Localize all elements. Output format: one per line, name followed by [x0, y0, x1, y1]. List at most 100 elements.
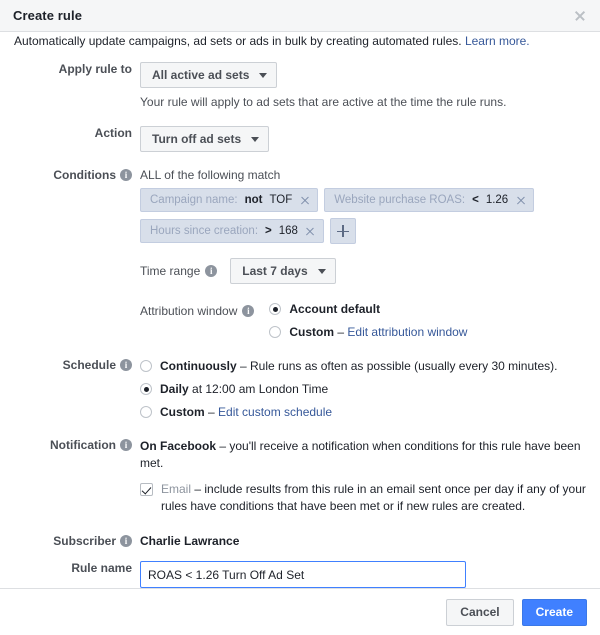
checkbox-icon[interactable]	[140, 483, 153, 496]
action-dropdown[interactable]: Turn off ad sets	[140, 126, 270, 152]
condition-name: Campaign name:	[150, 194, 238, 206]
conditions-pill-list: Campaign name: not TOF Website purchase …	[140, 188, 586, 244]
info-icon[interactable]: i	[242, 305, 255, 317]
email-rest: – include results from this rule in an e…	[161, 482, 586, 513]
radio-icon[interactable]	[140, 360, 152, 372]
condition-pill-campaign-name[interactable]: Campaign name: not TOF	[140, 188, 319, 212]
on-facebook-bold: On Facebook	[140, 439, 217, 453]
condition-operator: <	[472, 194, 479, 206]
schedule-option-label: Daily at 12:00 am London Time	[160, 381, 328, 398]
apply-rule-to-label: Apply rule to	[58, 62, 132, 76]
action-label: Action	[94, 126, 132, 140]
notification-label: Notification i	[0, 438, 140, 452]
rule-name-row: Rule name	[0, 561, 600, 588]
option-bold-text: Daily	[160, 382, 189, 396]
option-bold-text: Account default	[289, 302, 381, 316]
schedule-options: Continuously – Rule runs as often as pos…	[140, 358, 586, 421]
info-icon[interactable]: i	[120, 439, 132, 451]
radio-icon[interactable]	[140, 383, 152, 395]
intro-description: Automatically update campaigns, ad sets …	[14, 34, 462, 48]
rule-name-field	[140, 561, 586, 588]
dialog-header: Create rule	[0, 0, 600, 32]
notification-field: On Facebook – you'll receive a notificat…	[140, 438, 586, 515]
time-range-row: Time range i Last 7 days	[140, 258, 586, 284]
notification-email-text: Email – include results from this rule i…	[161, 481, 586, 515]
condition-pill-hours-since-creation[interactable]: Hours since creation: > 168	[140, 219, 324, 243]
radio-icon[interactable]	[140, 406, 152, 418]
edit-custom-schedule-link[interactable]: Edit custom schedule	[218, 405, 332, 419]
apply-rule-to-row: Apply rule to All active ad sets Your ru…	[0, 62, 600, 110]
condition-operator: >	[265, 225, 272, 237]
subscriber-field: Charlie Lawrance	[140, 534, 586, 548]
apply-rule-to-dropdown[interactable]: All active ad sets	[140, 62, 278, 88]
schedule-option-label: Custom – Edit custom schedule	[160, 404, 332, 421]
intro-text: Automatically update campaigns, ad sets …	[0, 32, 600, 49]
learn-more-link[interactable]: Learn more.	[465, 34, 530, 48]
conditions-line-1: Campaign name: not TOF Website purchase …	[140, 188, 586, 212]
close-icon[interactable]	[572, 8, 588, 24]
option-bold-text: Custom	[289, 325, 335, 339]
apply-rule-to-helper: Your rule will apply to ad sets that are…	[140, 95, 507, 109]
close-icon[interactable]	[299, 195, 310, 206]
apply-rule-to-value: All active ad sets	[152, 68, 250, 82]
close-icon[interactable]	[305, 226, 316, 237]
action-value: Turn off ad sets	[152, 132, 242, 146]
option-rest-text: –	[204, 405, 219, 419]
info-icon[interactable]: i	[205, 265, 218, 277]
condition-pill-website-purchase-roas[interactable]: Website purchase ROAS: < 1.26	[324, 188, 535, 212]
notification-email-row[interactable]: Email – include results from this rule i…	[140, 481, 586, 515]
radio-icon[interactable]	[269, 303, 282, 315]
option-rest-text: at 12:00 am London Time	[188, 382, 329, 396]
subscriber-value: Charlie Lawrance	[140, 534, 240, 548]
schedule-option-label: Continuously – Rule runs as often as pos…	[160, 358, 558, 375]
condition-value: TOF	[269, 194, 293, 206]
attribution-window-label-group: Attribution window i	[140, 301, 255, 318]
attribution-option-account-default[interactable]: Account default	[269, 301, 467, 318]
conditions-row: Conditions i ALL of the following match …	[0, 168, 600, 341]
close-icon[interactable]	[515, 195, 526, 206]
info-icon[interactable]: i	[120, 169, 132, 181]
chevron-down-icon	[317, 268, 326, 274]
action-field: Turn off ad sets	[140, 126, 586, 152]
attribution-window-options: Account default Custom – Edit attributio…	[269, 301, 467, 341]
subscriber-row: Subscriber i Charlie Lawrance	[0, 534, 600, 548]
schedule-option-daily[interactable]: Daily at 12:00 am London Time	[140, 381, 586, 398]
schedule-label: Schedule i	[0, 358, 140, 372]
notification-on-facebook: On Facebook – you'll receive a notificat…	[140, 438, 586, 472]
schedule-label-text: Schedule	[62, 358, 116, 372]
schedule-option-continuously[interactable]: Continuously – Rule runs as often as pos…	[140, 358, 586, 375]
info-icon[interactable]: i	[120, 535, 132, 547]
condition-value: 168	[278, 225, 298, 237]
notification-row: Notification i On Facebook – you'll rece…	[0, 438, 600, 515]
page-title: Create rule	[13, 8, 83, 23]
notification-label-text: Notification	[50, 438, 116, 452]
info-icon[interactable]: i	[120, 359, 132, 371]
attribution-option-label: Custom – Edit attribution window	[289, 324, 467, 341]
schedule-row: Schedule i Continuously – Rule runs as o…	[0, 358, 600, 421]
action-row: Action Turn off ad sets	[0, 126, 600, 152]
condition-name: Hours since creation:	[150, 225, 259, 237]
create-button[interactable]: Create	[521, 598, 587, 626]
conditions-heading: ALL of the following match	[140, 168, 281, 182]
time-range-dropdown[interactable]: Last 7 days	[230, 258, 336, 284]
schedule-option-custom[interactable]: Custom – Edit custom schedule	[140, 404, 586, 421]
dialog-body: Automatically update campaigns, ad sets …	[0, 32, 600, 588]
condition-operator: not	[244, 194, 263, 206]
conditions-label: Conditions i	[0, 168, 140, 182]
add-condition-button[interactable]	[329, 218, 356, 244]
attribution-option-custom[interactable]: Custom – Edit attribution window	[269, 324, 467, 341]
option-rest-text: –	[334, 325, 348, 339]
conditions-field: ALL of the following match Campaign name…	[140, 168, 586, 341]
edit-attribution-window-link[interactable]: Edit attribution window	[347, 325, 467, 339]
time-range-value: Last 7 days	[242, 264, 308, 278]
option-rest-text: – Rule runs as often as possible (usuall…	[236, 359, 558, 373]
radio-icon[interactable]	[269, 326, 282, 338]
attribution-window-row: Attribution window i Account default Cus…	[140, 301, 586, 341]
time-range-label: Time range	[140, 264, 201, 278]
rule-name-input[interactable]	[140, 561, 466, 588]
conditions-line-2: Hours since creation: > 168	[140, 218, 586, 244]
cancel-button[interactable]: Cancel	[446, 598, 514, 626]
option-bold-text: Continuously	[160, 359, 237, 373]
attribution-window-label: Attribution window	[140, 304, 238, 318]
condition-name: Website purchase ROAS:	[334, 194, 466, 206]
